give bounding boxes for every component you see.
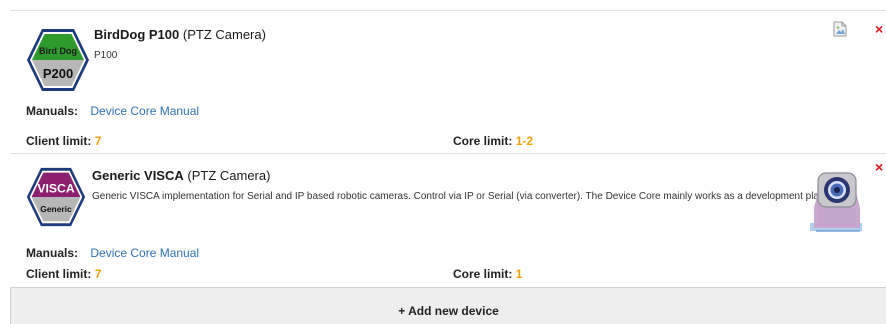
device-type: (PTZ Camera)	[187, 168, 271, 183]
remove-device-icon[interactable]: ×	[875, 22, 883, 36]
core-limit: Core limit: 1	[453, 267, 522, 281]
badge-top-text: VISCA	[37, 181, 74, 195]
manuals-label: Manuals:	[26, 104, 79, 118]
badge-bottom-text: Generic	[40, 204, 72, 214]
client-limit: Client limit: 7	[26, 134, 101, 148]
manuals-row: Manuals: Device Core Manual	[26, 246, 199, 260]
core-limit: Core limit: 1-2	[453, 134, 533, 148]
core-limit-label: Core limit:	[453, 134, 513, 148]
core-limit-label: Core limit:	[453, 267, 513, 281]
client-limit-value: 7	[94, 134, 102, 148]
device-name: Generic VISCA	[92, 168, 184, 183]
device-name: BirdDog P100	[94, 27, 180, 42]
visca-generic-logo: VISCA Generic	[25, 166, 87, 228]
birddog-p200-logo: Bird Dog P200	[25, 27, 91, 93]
device-card-generic-visca: VISCA Generic Generic VISCA (PTZ Camera)…	[10, 154, 886, 287]
device-description: P100	[94, 50, 118, 61]
manuals-label: Manuals:	[26, 246, 79, 260]
core-limit-value: 1-2	[515, 134, 534, 148]
client-limit: Client limit: 7	[26, 267, 101, 281]
manuals-row: Manuals: Device Core Manual	[26, 104, 199, 118]
add-new-device-button[interactable]: + Add new device	[10, 287, 886, 324]
device-description: Generic VISCA implementation for Serial …	[92, 191, 845, 202]
client-limit-label: Client limit:	[26, 267, 92, 281]
device-title: Generic VISCA (PTZ Camera)	[92, 168, 270, 183]
badge-top-text: Bird Dog	[39, 46, 77, 56]
badge-bottom-text: P200	[43, 66, 73, 81]
client-limit-value: 7	[94, 267, 102, 281]
device-core-manual-link[interactable]: Device Core Manual	[90, 246, 199, 260]
remove-device-icon[interactable]: ×	[875, 160, 883, 174]
device-card-birddog: Bird Dog P200 BirdDog P100 (PTZ Camera) …	[10, 11, 886, 153]
core-limit-value: 1	[515, 267, 523, 281]
add-new-device-label: + Add new device	[398, 304, 499, 318]
client-limit-label: Client limit:	[26, 134, 92, 148]
device-core-manual-link[interactable]: Device Core Manual	[90, 104, 199, 118]
broken-image-icon	[832, 21, 848, 37]
device-title: BirdDog P100 (PTZ Camera)	[94, 27, 266, 42]
ptz-camera-image	[808, 168, 866, 236]
device-type: (PTZ Camera)	[182, 27, 266, 42]
